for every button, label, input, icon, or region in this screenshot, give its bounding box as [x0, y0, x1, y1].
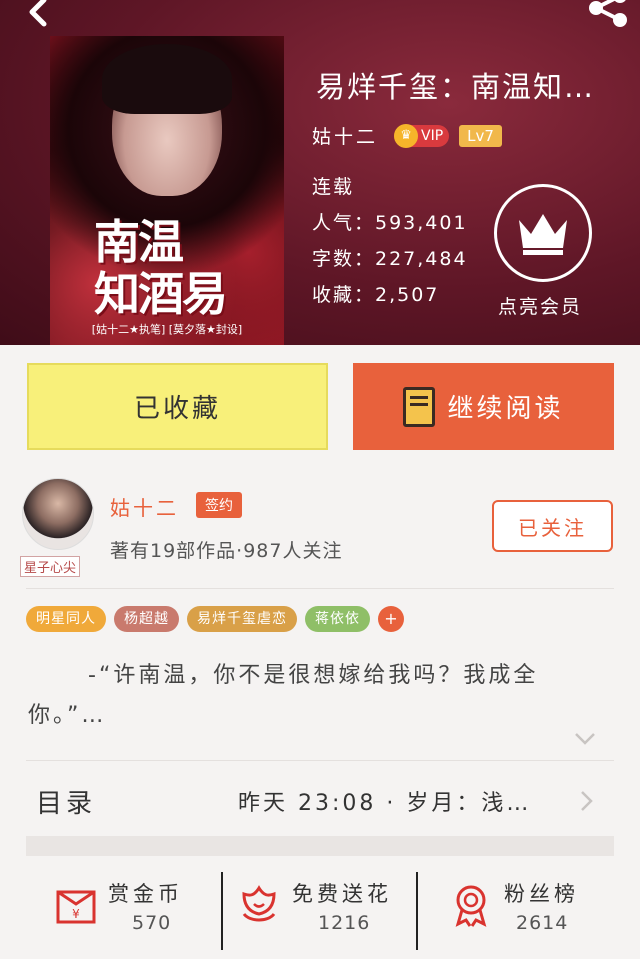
bottom-bar: ¥ 赏金币 570 免费送花 1216 粉丝榜 2614	[0, 862, 640, 959]
cover-title-line1: 南温	[94, 215, 184, 269]
chevron-down-icon[interactable]	[574, 732, 596, 746]
reward-coins-count: 570	[132, 912, 172, 934]
red-envelope-icon: ¥	[56, 890, 96, 924]
author-card: 星子心尖 姑十二 签约 著有19部作品·987人关注 已关注	[0, 470, 640, 590]
follow-button-label: 已关注	[518, 515, 587, 540]
send-flower-count: 1216	[318, 912, 371, 934]
flower-icon	[242, 885, 276, 922]
fan-rank-count: 2614	[516, 912, 569, 934]
tag-item[interactable]: 易烊千玺虐恋	[187, 606, 297, 632]
signed-badge: 签约	[196, 492, 242, 518]
author-card-name[interactable]: 姑十二	[110, 492, 179, 521]
vip-member-button[interactable]	[494, 184, 592, 282]
more-tags-button[interactable]: +	[378, 606, 404, 632]
book-title: 易烊千玺：南温知…	[316, 70, 596, 104]
reward-coins-button[interactable]: ¥ 赏金币 570	[52, 868, 222, 948]
favorites-stat: 收藏：2,507	[312, 284, 440, 306]
popularity-stat: 人气：593,401	[312, 212, 468, 234]
tag-list: 明星同人 杨超越 易烊千玺虐恋 蒋依依 +	[26, 606, 404, 632]
share-icon[interactable]	[586, 0, 630, 30]
book-header: 南温 知酒易 [姑十二★执笔] [莫夕落★封设] 易烊千玺：南温知… 姑十二 ♛…	[0, 0, 640, 345]
send-flower-label: 免费送花	[292, 882, 392, 906]
tag-item[interactable]: 蒋依依	[305, 606, 370, 632]
send-flower-button[interactable]: 免费送花 1216	[236, 868, 416, 948]
book-cover[interactable]: 南温 知酒易 [姑十二★执笔] [莫夕落★封设]	[50, 36, 284, 345]
fan-rank-label: 粉丝榜	[504, 882, 579, 906]
author-name[interactable]: 姑十二	[312, 122, 378, 149]
continue-reading-label: 继续阅读	[447, 394, 564, 424]
section-spacer	[26, 836, 614, 856]
word-count-stat: 字数：227,484	[312, 248, 468, 270]
toc-label[interactable]: 目录	[36, 783, 96, 820]
level-badge: Lv7	[459, 124, 502, 147]
vip-badge: ♛ VIP	[394, 123, 450, 148]
author-avatar[interactable]	[22, 478, 94, 550]
vip-badge-label: VIP	[421, 127, 444, 144]
divider	[26, 588, 614, 589]
collect-button[interactable]: 已收藏	[27, 363, 328, 450]
reward-coins-label: 赏金币	[108, 882, 183, 906]
latest-chapter[interactable]: 昨天 23:08 · 岁月：浅…	[238, 785, 531, 817]
cover-title: 南温 知酒易	[94, 216, 284, 320]
cover-title-line2: 知酒易	[94, 267, 228, 321]
serial-status: 连载	[312, 176, 355, 198]
author-works-info: 著有19部作品·987人关注	[110, 540, 343, 562]
back-arrow-icon[interactable]	[14, 0, 54, 30]
avatar-tag: 星子心尖	[20, 556, 81, 577]
tag-item[interactable]: 杨超越	[114, 606, 179, 632]
vip-member-label[interactable]: 点亮会员	[498, 292, 582, 319]
divider	[26, 760, 614, 761]
fan-rank-button[interactable]: 粉丝榜 2614	[448, 868, 618, 948]
medal-icon	[455, 885, 487, 927]
book-icon	[403, 386, 436, 427]
cover-credit: [姑十二★执笔] [莫夕落★封设]	[91, 323, 243, 336]
chevron-right-icon[interactable]	[580, 790, 594, 812]
crown-icon: ♛	[394, 123, 419, 148]
continue-reading-button[interactable]: 继续阅读	[353, 363, 614, 450]
follow-button[interactable]: 已关注	[492, 500, 613, 552]
tag-item[interactable]: 明星同人	[26, 606, 106, 632]
book-summary[interactable]: -“许南温，你不是很想嫁给我吗？我成全你。”…	[28, 656, 588, 736]
bottom-separator	[416, 872, 418, 950]
collect-button-label: 已收藏	[133, 394, 221, 424]
cover-portrait-hair	[102, 44, 232, 114]
bottom-separator	[221, 872, 223, 950]
author-row: 姑十二 ♛ VIP Lv7	[312, 122, 502, 149]
crown-icon	[519, 214, 567, 255]
svg-text:¥: ¥	[72, 907, 80, 921]
